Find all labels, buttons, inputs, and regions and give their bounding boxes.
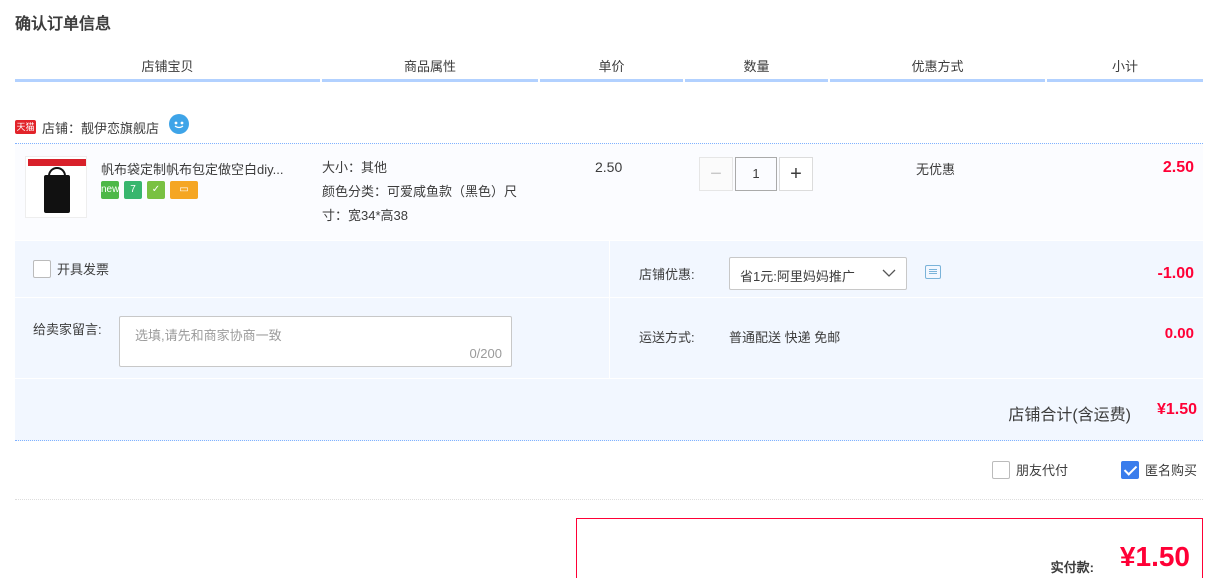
attr-line: 寸：宽34*高38	[322, 208, 408, 223]
shipping-amount: 0.00	[1164, 325, 1194, 342]
seller-message-textarea[interactable]: 选填,请先和商家协商一致 0/200	[119, 316, 512, 367]
shop-discount-label: 店铺优惠:	[639, 267, 695, 282]
friend-pay-option[interactable]: 朋友代付	[992, 460, 1068, 479]
shop-name-link[interactable]: 店铺：靓伊恋旗舰店	[42, 118, 159, 137]
shop-total-label: 店铺合计(含运费)	[1008, 407, 1131, 424]
actual-payment-box: 实付款: ¥1.50	[576, 518, 1203, 578]
column-header-discount: 优惠方式	[830, 55, 1045, 82]
seven-day-return-icon: 7	[124, 181, 142, 199]
actual-payment-label: 实付款:	[1050, 560, 1094, 575]
shop-discount-amount: -1.00	[1157, 265, 1194, 282]
order-item-row: 帆布袋定制帆布包定做空白diy... new 7 ✓ ▭ 大小：其他 颜色分类：…	[15, 143, 1203, 240]
attr-line: 颜色分类：可爱咸鱼款（黑色）尺	[322, 184, 518, 199]
actual-payment-amount: ¥1.50	[1119, 541, 1190, 572]
shop-total-row: 店铺合计(含运费) ¥1.50	[15, 379, 1203, 441]
unit-price: 2.50	[595, 159, 623, 175]
product-thumbnail[interactable]	[25, 156, 87, 218]
product-title-link[interactable]: 帆布袋定制帆布包定做空白diy...	[101, 159, 311, 178]
column-header-item: 店铺宝贝	[15, 55, 320, 82]
shop-discount-selected: 省1元:阿里妈妈推广	[740, 269, 855, 284]
order-options-panel: 开具发票 给卖家留言: 选填,请先和商家协商一致 0/200 店铺优惠: 省1元…	[15, 241, 1203, 378]
tmall-icon: 天猫	[15, 120, 36, 134]
invoice-label: 开具发票	[57, 262, 110, 277]
column-header-price: 单价	[540, 55, 683, 82]
shop-discount-select[interactable]: 省1元:阿里妈妈推广	[729, 257, 907, 290]
column-header-quantity: 数量	[685, 55, 828, 82]
attr-line: 大小：其他	[322, 160, 388, 175]
column-header-attributes: 商品属性	[322, 55, 538, 82]
quantity-decrease-button[interactable]: −	[699, 157, 733, 191]
discount-method: 无优惠	[916, 162, 956, 177]
payment-options: 朋友代付 匿名购买	[15, 458, 1203, 500]
page-title: 确认订单信息	[15, 16, 112, 33]
shop-row: 天猫 店铺：靓伊恋旗舰店	[15, 114, 190, 138]
quality-guarantee-icon: ✓	[147, 181, 165, 199]
anonymous-purchase-checkbox[interactable]	[1121, 460, 1139, 479]
shipping-label: 运送方式:	[639, 330, 695, 345]
quantity-stepper: − 1 +	[699, 157, 813, 191]
invoice-checkbox[interactable]	[33, 259, 51, 278]
product-attributes: 大小：其他 颜色分类：可爱咸鱼款（黑色）尺 寸：宽34*高38	[322, 156, 552, 228]
service-badges: new 7 ✓ ▭	[101, 181, 198, 199]
wangwang-chat-icon[interactable]	[169, 114, 190, 134]
invoice-option[interactable]: 开具发票	[33, 259, 109, 278]
item-subtotal: 2.50	[1162, 159, 1194, 176]
anonymous-purchase-label: 匿名购买	[1145, 463, 1198, 478]
shop-total-amount: ¥1.50	[1156, 401, 1197, 418]
seller-message-placeholder: 选填,请先和商家协商一致	[135, 328, 282, 343]
seller-message-label: 给卖家留言:	[33, 322, 102, 337]
table-header: 店铺宝贝 商品属性 单价 数量 优惠方式 小计	[15, 55, 1203, 82]
quantity-input[interactable]: 1	[735, 157, 777, 191]
friend-pay-label: 朋友代付	[1016, 463, 1069, 478]
message-icon[interactable]	[925, 265, 941, 279]
anonymous-purchase-option[interactable]: 匿名购买	[1121, 460, 1197, 479]
credit-card-icon: ▭	[170, 181, 198, 199]
column-header-subtotal: 小计	[1047, 55, 1203, 82]
new-badge-icon: new	[101, 181, 119, 199]
quantity-increase-button[interactable]: +	[779, 157, 813, 191]
shipping-method: 普通配送 快递 免邮	[729, 330, 841, 345]
friend-pay-checkbox[interactable]	[992, 460, 1010, 479]
character-counter: 0/200	[469, 346, 502, 361]
chevron-down-icon	[882, 269, 896, 277]
